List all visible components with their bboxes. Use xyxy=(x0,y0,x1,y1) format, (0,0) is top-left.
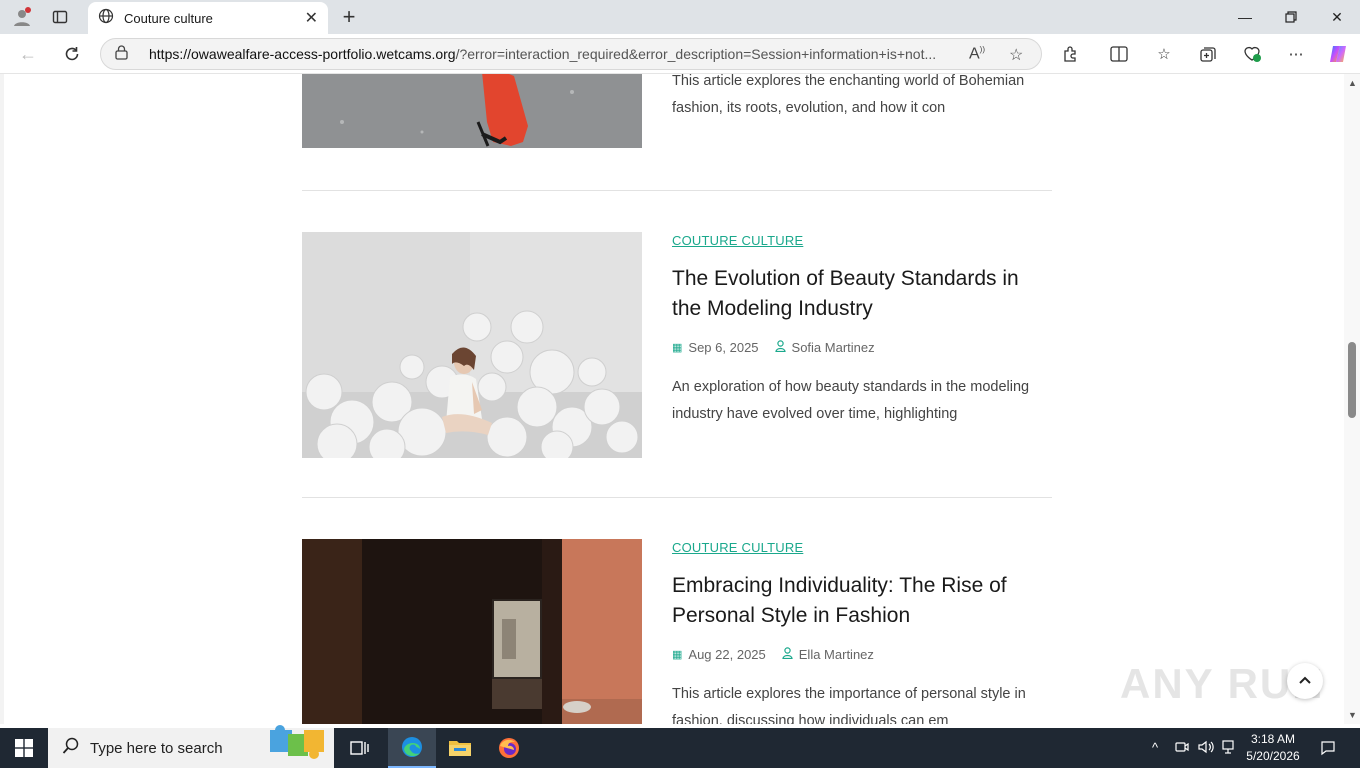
read-aloud-icon[interactable]: A)) xyxy=(969,45,985,63)
browser-toolbar: ← https://owawealfare-access-portfolio.w… xyxy=(0,34,1360,74)
performance-icon[interactable] xyxy=(1240,43,1264,65)
chevron-up-icon xyxy=(1298,672,1312,690)
close-icon[interactable]: ✕ xyxy=(305,8,318,28)
close-window-icon[interactable]: ✕ xyxy=(1314,4,1360,30)
split-screen-icon[interactable] xyxy=(1107,43,1131,65)
windows-icon[interactable] xyxy=(0,728,48,768)
post-category-link[interactable]: COUTURE CULTURE xyxy=(672,233,803,248)
scroll-to-top-button[interactable] xyxy=(1287,663,1323,699)
post-date[interactable]: Aug 22, 2025 xyxy=(688,647,765,662)
profile-icon[interactable] xyxy=(10,5,34,29)
meet-now-icon[interactable] xyxy=(1175,740,1189,757)
windows-taskbar: Type here to search ^ 3:18 AM 5/20/2026 xyxy=(0,725,1360,768)
post-title-link[interactable]: Embracing Individuality: The Rise of Per… xyxy=(672,571,1042,631)
post-image-corridor[interactable] xyxy=(302,539,642,724)
post-author[interactable]: Ella Martinez xyxy=(799,647,874,662)
scroll-up-arrow-icon[interactable]: ▲ xyxy=(1348,78,1357,88)
system-clock[interactable]: 3:18 AM 5/20/2026 xyxy=(1240,731,1306,765)
browser-tab-bar: Couture culture ✕ + — ✕ xyxy=(0,0,1360,34)
calendar-icon: ▦ xyxy=(672,342,683,354)
collections-icon[interactable] xyxy=(1196,43,1220,65)
post-category-link[interactable]: COUTURE CULTURE xyxy=(672,540,803,555)
address-bar[interactable]: https://owawealfare-access-portfolio.wet… xyxy=(100,38,1042,70)
lock-icon[interactable] xyxy=(115,45,131,63)
more-icon[interactable]: ⋯ xyxy=(1284,43,1308,65)
user-icon xyxy=(782,647,793,662)
copilot-icon[interactable] xyxy=(1326,43,1350,65)
post-author[interactable]: Sofia Martinez xyxy=(792,340,875,355)
back-icon[interactable]: ← xyxy=(14,40,42,68)
divider xyxy=(302,190,1052,191)
post-card: COUTURE CULTURE The Evolution of Beauty … xyxy=(302,232,1052,458)
clock-date: 5/20/2026 xyxy=(1246,749,1300,763)
firefox-icon[interactable] xyxy=(485,728,533,768)
minimize-icon[interactable]: — xyxy=(1222,4,1268,30)
extensions-icon[interactable] xyxy=(1059,43,1083,65)
search-placeholder: Type here to search xyxy=(90,739,223,757)
post-excerpt: An exploration of how beauty standards i… xyxy=(672,379,1030,422)
url-text[interactable]: https://owawealfare-access-portfolio.wet… xyxy=(149,46,949,62)
notifications-icon[interactable] xyxy=(1320,740,1336,759)
tab-actions-icon[interactable] xyxy=(48,5,72,29)
post-image-balloons[interactable] xyxy=(302,232,642,458)
restore-icon[interactable] xyxy=(1268,4,1314,30)
page-viewport: This article explores the enchanting wor… xyxy=(0,74,1344,724)
globe-icon xyxy=(98,8,114,29)
page-scrollbar[interactable]: ▲ ▼ xyxy=(1344,74,1360,724)
post-meta: ▦ Sep 6, 2025 Sofia Martinez xyxy=(672,340,875,355)
scroll-down-arrow-icon[interactable]: ▼ xyxy=(1348,710,1357,720)
chevron-up-tray-icon[interactable]: ^ xyxy=(1152,740,1158,755)
divider xyxy=(302,497,1052,498)
post-card: COUTURE CULTURE Embracing Individuality:… xyxy=(302,539,1052,724)
puzzle-highlight-icon xyxy=(266,724,328,765)
task-view-icon[interactable] xyxy=(336,728,384,768)
post-title-link[interactable]: The Evolution of Beauty Standards in the… xyxy=(672,264,1042,324)
taskbar-search-box[interactable]: Type here to search xyxy=(48,725,334,768)
volume-icon[interactable] xyxy=(1198,740,1214,757)
post-excerpt: This article explores the enchanting wor… xyxy=(672,74,1025,116)
tab-title: Couture culture xyxy=(124,10,213,26)
post-meta: ▦ Aug 22, 2025 Ella Martinez xyxy=(672,647,874,662)
post-image-boots[interactable] xyxy=(302,74,642,148)
user-icon xyxy=(774,340,786,355)
refresh-icon[interactable] xyxy=(58,40,86,68)
plus-icon[interactable]: + xyxy=(336,4,362,30)
active-tab[interactable]: Couture culture ✕ xyxy=(88,2,328,34)
post-card: This article explores the enchanting wor… xyxy=(302,74,1052,148)
network-icon[interactable] xyxy=(1222,740,1238,757)
calendar-icon: ▦ xyxy=(672,649,683,661)
favorite-icon[interactable]: ☆ xyxy=(1009,45,1023,65)
scrollbar-thumb[interactable] xyxy=(1348,342,1356,418)
file-explorer-icon[interactable] xyxy=(436,728,484,768)
clock-time: 3:18 AM xyxy=(1250,732,1296,746)
search-icon xyxy=(62,737,80,760)
edge-icon[interactable] xyxy=(388,728,436,768)
post-date[interactable]: Sep 6, 2025 xyxy=(688,340,758,355)
post-excerpt: This article explores the importance of … xyxy=(672,686,1026,724)
favorites-icon[interactable]: ☆ xyxy=(1152,43,1176,65)
